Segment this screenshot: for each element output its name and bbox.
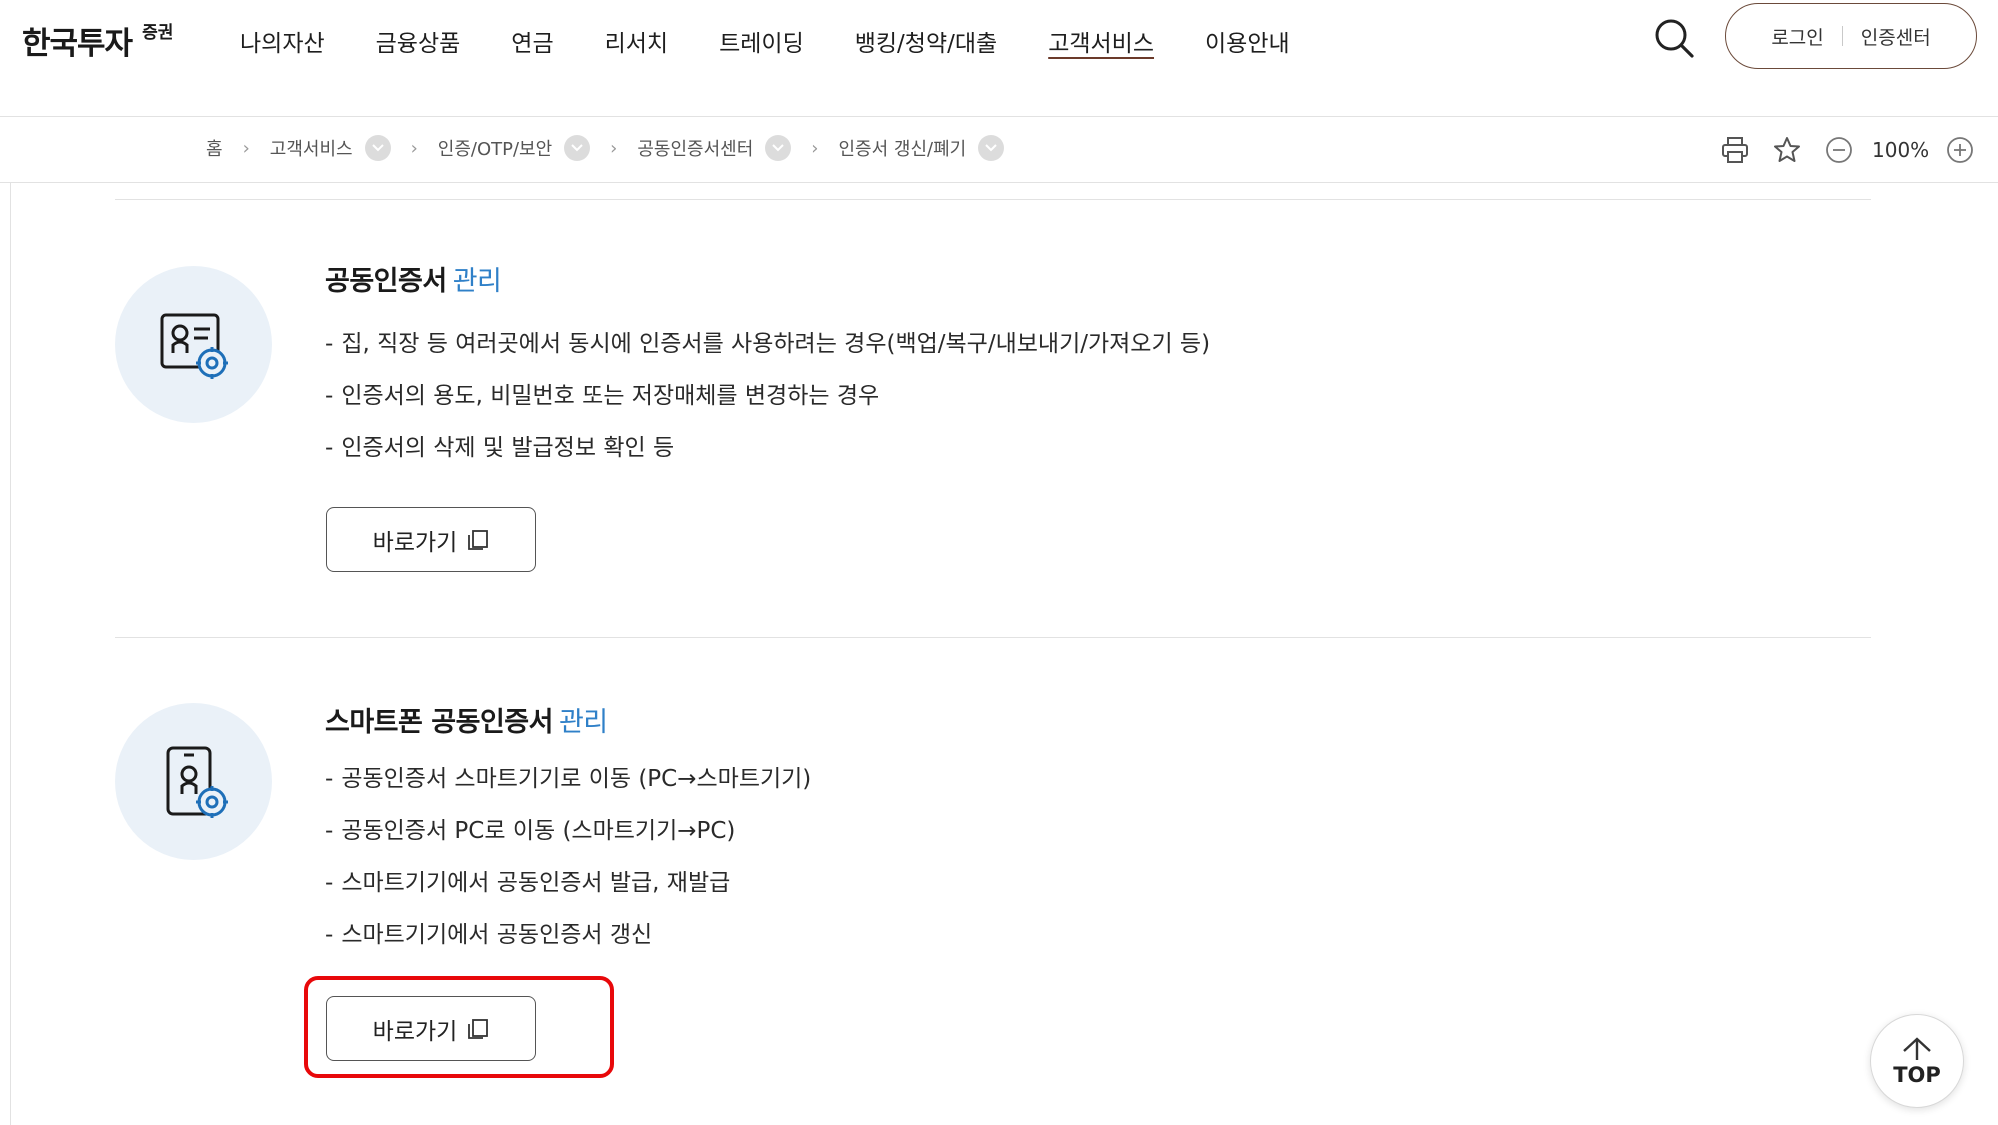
breadcrumb-item-renew-revoke[interactable]: 인증서 갱신/폐기 — [839, 135, 1005, 161]
shortcut-button[interactable]: 바로가기 — [326, 507, 536, 572]
list-item: - 공동인증서 스마트기기로 이동 (PC→스마트기기) — [325, 766, 812, 792]
breadcrumb-label: 공동인증서센터 — [637, 139, 754, 160]
icon-circle — [115, 703, 272, 860]
chevron-right-icon: › — [242, 137, 250, 159]
star-icon — [1774, 137, 1800, 162]
section-title: 스마트폰 공동인증서 관리 — [325, 700, 811, 739]
smartphone-cert-section: 스마트폰 공동인증서 관리 - 공동인증서 스마트기기로 이동 (PC→스마트기기)… — [115, 637, 1871, 1125]
nav-item-pension[interactable]: 연금 — [511, 24, 553, 62]
section-title-accent: 관리 — [452, 266, 502, 297]
list-item: - 스마트기기에서 공동인증서 갱신 — [325, 922, 653, 948]
print-icon — [1722, 137, 1748, 163]
chevron-right-icon: › — [610, 137, 618, 159]
section-title-main: 스마트폰 공동인증서 — [325, 707, 553, 738]
scroll-top-button[interactable]: TOP — [1870, 1014, 1964, 1108]
new-window-icon — [467, 529, 489, 551]
arrow-up-icon — [1903, 1037, 1931, 1060]
breadcrumb: 홈 › 고객서비스 › 인증/OTP/보안 › 공동인증서센터 › 인증서 갱신… — [206, 135, 1005, 161]
brand-logo[interactable]: 한국투자 증권 — [22, 18, 173, 63]
section-body: 공동인증서 관리 - 집, 직장 등 여러곳에서 동시에 인증서를 사용하려는 경우… — [325, 259, 1210, 474]
shortcut-button-label: 바로가기 — [372, 1018, 458, 1045]
chevron-down-icon[interactable] — [765, 135, 792, 161]
search-button[interactable] — [1652, 16, 1696, 60]
bookmark-button[interactable] — [1770, 133, 1804, 167]
zoom-in-icon — [1947, 137, 1974, 163]
nav-item-trading[interactable]: 트레이딩 — [719, 24, 804, 62]
breadcrumb-label: 인증서 갱신/폐기 — [838, 139, 967, 160]
nav-item-financial-products[interactable]: 금융상품 — [376, 24, 461, 62]
list-item: - 인증서의 삭제 및 발급정보 확인 등 — [325, 435, 675, 461]
section-title-accent: 관리 — [558, 707, 608, 738]
breadcrumb-bar: 홈 › 고객서비스 › 인증/OTP/보안 › 공동인증서센터 › 인증서 갱신… — [0, 117, 1998, 183]
section-body: 스마트폰 공동인증서 관리 - 공동인증서 스마트기기로 이동 (PC→스마트기기)… — [325, 700, 811, 961]
chevron-down-icon[interactable] — [978, 135, 1005, 161]
smartphone-certificate-icon — [166, 746, 228, 818]
bullet-list: - 공동인증서 스마트기기로 이동 (PC→스마트기기) - 공동인증서 PC로 이… — [325, 753, 811, 961]
breadcrumb-home[interactable]: 홈 — [206, 135, 223, 161]
chevron-down-icon[interactable] — [364, 135, 391, 161]
list-item: - 스마트기기에서 공동인증서 발급, 재발급 — [325, 870, 731, 896]
nav-item-my-assets[interactable]: 나의자산 — [240, 24, 325, 62]
global-header: 한국투자 증권 나의자산 금융상품 연금 리서치 트레이딩 뱅킹/청약/대출 고… — [0, 0, 1998, 117]
content-left-border — [10, 183, 11, 1125]
login-link[interactable]: 로그인 — [1753, 23, 1841, 50]
new-window-icon — [467, 1018, 489, 1040]
list-item: - 공동인증서 PC로 이동 (스마트기기→PC) — [325, 818, 736, 844]
zoom-in-button[interactable] — [1943, 133, 1977, 167]
chevron-down-icon[interactable] — [564, 135, 591, 161]
logo-main-text: 한국투자 — [22, 26, 133, 62]
chevron-right-icon: › — [410, 137, 418, 159]
chevron-right-icon: › — [811, 137, 819, 159]
scroll-top-label: TOP — [1893, 1063, 1941, 1087]
zoom-level: 100% — [1872, 138, 1930, 162]
list-item: - 인증서의 용도, 비밀번호 또는 저장매체를 변경하는 경우 — [325, 383, 880, 409]
nav-item-guide[interactable]: 이용안내 — [1205, 24, 1290, 62]
icon-circle — [115, 266, 272, 423]
section-title: 공동인증서 관리 — [325, 259, 1210, 298]
cert-management-section: 공동인증서 관리 - 집, 직장 등 여러곳에서 동시에 인증서를 사용하려는 경우… — [115, 199, 1871, 639]
nav-item-customer-service[interactable]: 고객서비스 — [1048, 24, 1154, 62]
breadcrumb-label: 인증/OTP/보안 — [437, 139, 553, 160]
zoom-out-icon — [1826, 137, 1852, 163]
zoom-out-button[interactable] — [1822, 133, 1856, 167]
shortcut-button[interactable]: 바로가기 — [326, 996, 536, 1061]
breadcrumb-item-auth-otp[interactable]: 인증/OTP/보안 — [437, 135, 591, 161]
breadcrumb-item-customer-service[interactable]: 고객서비스 — [270, 135, 391, 161]
breadcrumb-label: 고객서비스 — [269, 139, 353, 160]
page-tools: 100% — [1718, 133, 1977, 167]
section-title-main: 공동인증서 — [325, 266, 447, 297]
main-nav: 나의자산 금융상품 연금 리서치 트레이딩 뱅킹/청약/대출 고객서비스 이용안… — [240, 24, 1341, 62]
shortcut-button-label: 바로가기 — [372, 529, 458, 556]
search-icon — [1655, 19, 1694, 58]
bullet-list: - 집, 직장 등 여러곳에서 동시에 인증서를 사용하려는 경우(백업/복구/내… — [325, 318, 1210, 474]
nav-item-banking[interactable]: 뱅킹/청약/대출 — [855, 24, 997, 62]
logo-sub-text: 증권 — [142, 23, 174, 43]
cert-center-link[interactable]: 인증센터 — [1843, 23, 1949, 50]
breadcrumb-item-cert-center[interactable]: 공동인증서센터 — [637, 135, 792, 161]
certificate-gear-icon — [160, 313, 228, 379]
nav-item-research[interactable]: 리서치 — [605, 24, 668, 62]
auth-links: 로그인 인증센터 — [1725, 3, 1977, 69]
print-button[interactable] — [1718, 133, 1752, 167]
list-item: - 집, 직장 등 여러곳에서 동시에 인증서를 사용하려는 경우(백업/복구/내… — [325, 331, 1211, 357]
